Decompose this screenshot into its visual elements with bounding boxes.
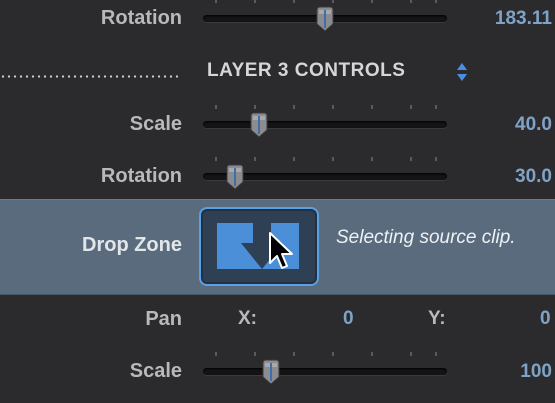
slider-tick <box>410 157 412 161</box>
slider-track <box>203 368 447 375</box>
pan-y-label: Y: <box>428 308 446 329</box>
slider-tick <box>293 105 295 109</box>
section-title: LAYER 3 CONTROLS <box>207 60 406 81</box>
drop-zone-well[interactable] <box>199 207 319 286</box>
pan-x-value[interactable]: 0 <box>343 308 354 330</box>
slider-tick <box>254 352 256 356</box>
rotation-slider[interactable] <box>203 157 447 190</box>
slider-tick <box>435 105 437 109</box>
slider-tick <box>332 352 334 356</box>
pointer-cursor-icon <box>269 232 293 269</box>
slider-tick <box>371 352 373 356</box>
dotted-divider <box>0 75 180 78</box>
slider-tick <box>215 0 217 3</box>
drop-zone-status: Selecting source clip. <box>336 227 516 248</box>
slider-tick <box>254 0 256 3</box>
drop-zone-label: Drop Zone <box>82 234 182 256</box>
scale-slider[interactable] <box>203 105 447 138</box>
pan-x-label: X: <box>238 308 257 329</box>
slider-tick <box>371 105 373 109</box>
slider-tick <box>293 0 295 3</box>
rotation-label: Rotation <box>100 165 182 187</box>
slider-tick <box>435 352 437 356</box>
rotation-value[interactable]: 30.0 <box>515 166 552 188</box>
slider-thumb[interactable] <box>314 6 336 32</box>
slider-tick <box>371 0 373 3</box>
slider-tick <box>215 105 217 109</box>
slider-tick <box>435 0 437 3</box>
rotation-value[interactable]: 183.11 <box>495 8 552 30</box>
scale-value[interactable]: 40.0 <box>515 114 552 136</box>
slider-thumb[interactable] <box>260 359 282 385</box>
slider-tick <box>332 157 334 161</box>
rotation-row-top: Rotation 183.11 <box>0 0 555 40</box>
slider-tick <box>215 352 217 356</box>
rotation-slider[interactable] <box>203 0 447 32</box>
slider-tick <box>293 352 295 356</box>
rotation-row: Rotation 30.0 <box>0 157 555 198</box>
slider-tick <box>332 0 334 3</box>
rotation-label: Rotation <box>100 7 182 29</box>
slider-tick <box>435 157 437 161</box>
slider-tick <box>293 157 295 161</box>
slider-tick <box>332 105 334 109</box>
slider-tick <box>371 157 373 161</box>
up-down-arrows-icon[interactable] <box>455 61 469 83</box>
slider-tick <box>410 0 412 3</box>
slider-tick <box>410 352 412 356</box>
scale-label: Scale <box>129 113 182 135</box>
scale-slider[interactable] <box>203 352 447 385</box>
slider-track <box>203 121 447 128</box>
drop-arrow-icon <box>217 223 299 269</box>
scale-label: Scale <box>129 360 182 382</box>
pan-label: Pan <box>145 308 182 330</box>
scale-value[interactable]: 100 <box>520 361 552 383</box>
pan-y-value[interactable]: 0 <box>540 308 551 330</box>
pan-row: Pan X: 0 Y: 0 <box>0 300 555 340</box>
slider-thumb[interactable] <box>224 164 246 190</box>
layer-3-controls-header[interactable]: LAYER 3 CONTROLS <box>0 55 555 89</box>
slider-tick <box>254 157 256 161</box>
slider-thumb[interactable] <box>248 112 270 138</box>
drop-zone-row: Drop Zone Selecting source clip. <box>0 199 555 295</box>
slider-tick <box>215 157 217 161</box>
scale-row-bottom: Scale 100 <box>0 352 555 393</box>
slider-tick <box>410 105 412 109</box>
slider-tick <box>254 105 256 109</box>
scale-row: Scale 40.0 <box>0 105 555 146</box>
